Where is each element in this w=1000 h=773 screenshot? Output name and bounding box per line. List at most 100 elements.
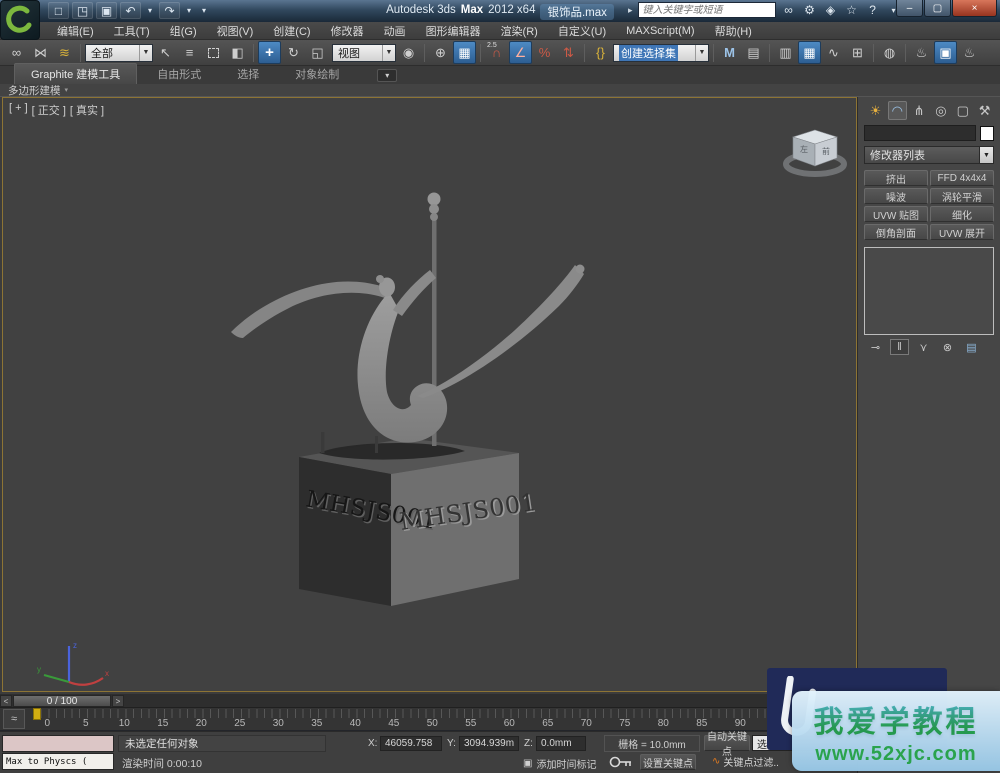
rectangular-selection-region-button[interactable]: [202, 41, 225, 64]
configure-modifier-sets-icon[interactable]: ▤: [962, 339, 981, 355]
keyboard-override-toggle[interactable]: ▦: [453, 41, 476, 64]
graphite-ribbon-toggle[interactable]: ▦: [798, 41, 821, 64]
menu-item[interactable]: MAXScript(M): [617, 24, 703, 38]
spinner-snap-toggle[interactable]: ⇅: [557, 41, 580, 64]
ribbon-minimize-icon[interactable]: ▾: [377, 69, 397, 82]
angle-snap-toggle[interactable]: ∠: [509, 41, 532, 64]
unlink-selection-button[interactable]: ⋈: [29, 41, 52, 64]
z-coordinate-field[interactable]: 0.0mm: [536, 736, 586, 751]
help-icon[interactable]: ?: [865, 3, 881, 17]
menu-item[interactable]: 图形编辑器: [417, 22, 490, 40]
named-selection-set-combo[interactable]: 创建选择集▼: [613, 44, 709, 62]
mirror-button[interactable]: M: [718, 41, 741, 64]
tab-hierarchy[interactable]: ⋔: [910, 101, 929, 120]
make-unique-icon[interactable]: ⋎: [914, 339, 933, 355]
layer-manager-button[interactable]: ▥: [774, 41, 797, 64]
add-time-tag[interactable]: ▣ 添加时间标记: [523, 756, 596, 771]
undo-dropdown-icon[interactable]: ▾: [144, 2, 156, 19]
modifier-preset-button[interactable]: FFD 4x4x4: [930, 170, 994, 186]
show-end-result-icon[interactable]: ‖: [890, 339, 909, 355]
redo-dropdown-icon[interactable]: ▾: [183, 2, 195, 19]
minimize-button[interactable]: –: [896, 0, 923, 17]
open-file-icon[interactable]: ◳: [72, 2, 93, 19]
select-by-name-button[interactable]: ≡: [178, 41, 201, 64]
modifier-preset-button[interactable]: 细化: [930, 206, 994, 222]
menu-item[interactable]: 组(G): [161, 22, 206, 40]
modifier-preset-button[interactable]: 噪波: [864, 188, 928, 204]
polygon-modeling-panel[interactable]: 多边形建模: [8, 83, 61, 98]
viewcube[interactable]: 左 前: [779, 124, 851, 178]
tab-motion[interactable]: ◎: [931, 101, 950, 120]
tab-display[interactable]: ▢: [953, 101, 972, 120]
select-and-link-button[interactable]: ∞: [5, 41, 28, 64]
pin-stack-icon[interactable]: ⊸: [866, 339, 885, 355]
menu-item[interactable]: 工具(T): [105, 22, 159, 40]
tab-freeform[interactable]: 自由形式: [141, 64, 217, 84]
modifier-stack-list[interactable]: [864, 247, 994, 335]
key-filters-button[interactable]: ∿ 关键点过滤..: [712, 754, 779, 769]
menu-item[interactable]: 创建(C): [264, 22, 319, 40]
macro-recorder-pane[interactable]: [2, 735, 114, 752]
maximize-button[interactable]: ▢: [924, 0, 951, 17]
tab-graphite-modeling[interactable]: Graphite 建模工具: [14, 63, 137, 84]
tab-selection[interactable]: 选择: [221, 64, 275, 84]
menu-item[interactable]: 修改器: [322, 22, 373, 40]
object-color-swatch[interactable]: [980, 126, 994, 141]
menu-item[interactable]: 编辑(E): [48, 22, 103, 40]
menu-item[interactable]: 帮助(H): [706, 22, 761, 40]
select-and-manipulate-button[interactable]: ⊕: [429, 41, 452, 64]
menu-item[interactable]: 动画: [375, 22, 415, 40]
use-pivot-center-button[interactable]: ◉: [397, 41, 420, 64]
reference-coordsys-dropdown[interactable]: 视图▼: [332, 44, 396, 62]
remove-modifier-icon[interactable]: ⊗: [938, 339, 957, 355]
next-frame-button[interactable]: >: [112, 695, 124, 707]
3dsmax-logo-icon[interactable]: [0, 0, 40, 40]
select-and-scale-button[interactable]: ◱: [306, 41, 329, 64]
x-coordinate-field[interactable]: 46059.758: [380, 736, 442, 751]
mini-curve-editor-icon[interactable]: ≈: [3, 709, 25, 729]
rendered-frame-window-button[interactable]: ▣: [934, 41, 957, 64]
new-file-icon[interactable]: □: [48, 2, 69, 19]
search-input[interactable]: [638, 2, 776, 18]
percent-snap-toggle[interactable]: %: [533, 41, 556, 64]
render-setup-button[interactable]: ♨: [910, 41, 933, 64]
redo-icon[interactable]: ↷: [159, 2, 180, 19]
modifier-list-dropdown[interactable]: 修改器列表 ▼: [864, 146, 994, 164]
menu-item[interactable]: 视图(V): [208, 22, 263, 40]
favorites-icon[interactable]: ☆: [844, 3, 860, 17]
modifier-preset-button[interactable]: 涡轮平滑: [930, 188, 994, 204]
maxscript-mini-listener[interactable]: Max to Physcs (: [2, 753, 114, 770]
communication-center-icon[interactable]: ◈: [823, 3, 839, 17]
viewport-orthographic[interactable]: [ + ][ 正交 ][ 真实 ] MHSJS001 MHSJS001: [2, 97, 857, 692]
time-slider-handle[interactable]: 0 / 100: [13, 695, 111, 707]
modifier-preset-button[interactable]: UVW 展开: [930, 224, 994, 240]
curve-editor-button[interactable]: ∿: [822, 41, 845, 64]
previous-frame-button[interactable]: <: [0, 695, 12, 707]
tab-utilities[interactable]: ⚒: [975, 101, 994, 120]
auto-key-button[interactable]: 自动关键点: [704, 735, 750, 751]
object-name-field[interactable]: [864, 125, 976, 141]
select-and-rotate-button[interactable]: ↻: [282, 41, 305, 64]
window-crossing-button[interactable]: ◧: [226, 41, 249, 64]
material-editor-button[interactable]: ◍: [878, 41, 901, 64]
qat-customize-icon[interactable]: ▾: [198, 2, 210, 19]
modifier-preset-button[interactable]: 倒角剖面: [864, 224, 928, 240]
edit-named-selections-button[interactable]: {}: [589, 41, 612, 64]
select-object-button[interactable]: ↖: [154, 41, 177, 64]
save-file-icon[interactable]: ▣: [96, 2, 117, 19]
set-key-button[interactable]: 设置关键点: [640, 754, 696, 770]
render-production-button[interactable]: ♨: [958, 41, 981, 64]
viewport-menu[interactable]: [ 正交 ]: [32, 102, 66, 118]
viewport-menu[interactable]: [ 真实 ]: [70, 102, 104, 118]
search-icon[interactable]: ∞: [781, 3, 797, 17]
schematic-view-button[interactable]: ⊞: [846, 41, 869, 64]
tab-modify[interactable]: ◠: [888, 101, 907, 120]
align-button[interactable]: ▤: [742, 41, 765, 64]
tab-create[interactable]: ☀: [866, 101, 885, 120]
select-and-move-button[interactable]: +: [258, 41, 281, 64]
close-button[interactable]: ×: [952, 0, 997, 17]
menu-item[interactable]: 自定义(U): [549, 22, 615, 40]
set-keys-button[interactable]: [608, 753, 634, 771]
bind-to-space-warp-button[interactable]: ≋: [53, 41, 76, 64]
modifier-preset-button[interactable]: UVW 贴图: [864, 206, 928, 222]
